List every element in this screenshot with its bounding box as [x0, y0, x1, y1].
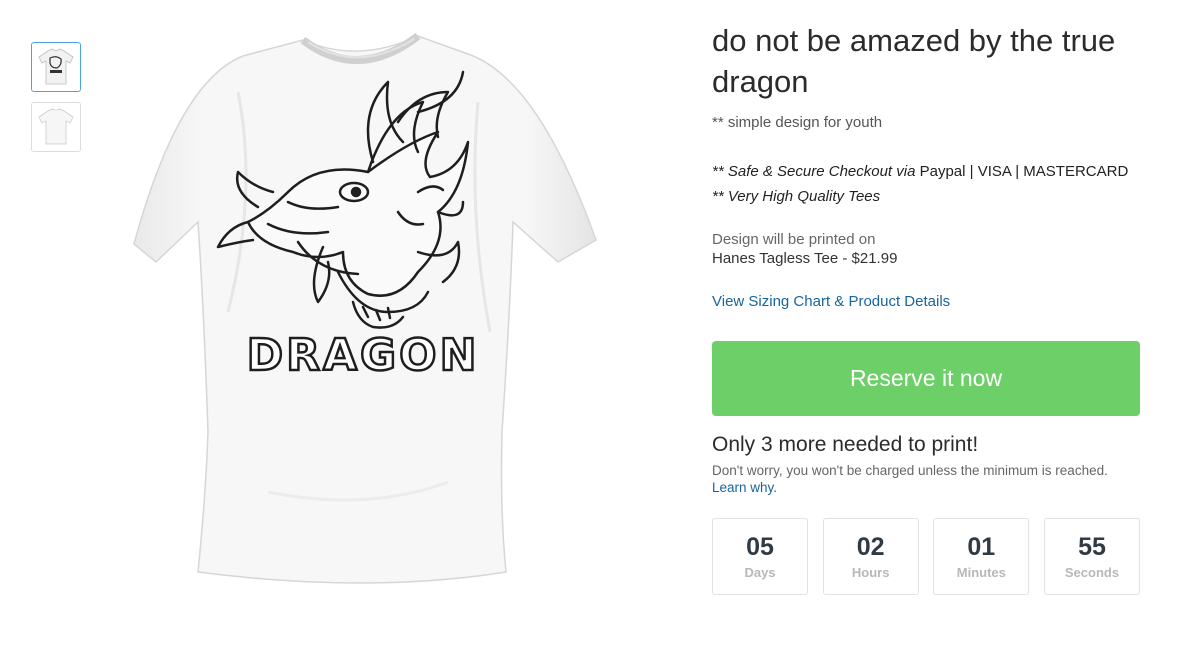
checkout-info: ** Safe & Secure Checkout via Paypal | V… [712, 159, 1140, 209]
countdown-seconds-value: 55 [1078, 533, 1106, 561]
quality-text: ** Very High Quality Tees [712, 188, 881, 205]
thumbnail-list [31, 42, 81, 162]
countdown-hours-label: Hours [851, 565, 890, 580]
shirt-back-thumbnail-icon [38, 108, 74, 145]
needed-to-print-text: Only 3 more needed to print! [712, 433, 979, 456]
countdown-minutes: 01 Minutes [933, 518, 1030, 595]
product-description: ** simple design for youth [712, 114, 883, 131]
reserve-button[interactable]: Reserve it now [712, 341, 1140, 416]
shirt-front-thumbnail-icon [38, 48, 74, 85]
countdown-minutes-label: Minutes [956, 565, 1006, 580]
charge-notice: Don't worry, you won't be charged unless… [712, 462, 1140, 496]
product-info: do not be amazed by the true dragon ** s… [712, 20, 1140, 595]
countdown-days-value: 05 [746, 533, 774, 561]
product-title: do not be amazed by the true dragon [712, 23, 1116, 99]
sizing-chart-link[interactable]: View Sizing Chart & Product Details [712, 293, 950, 310]
countdown-days-label: Days [744, 565, 776, 580]
tshirt-illustration: DRAGON [133, 32, 597, 584]
countdown-seconds: 55 Seconds [1043, 518, 1140, 595]
printed-on-label: Design will be printed on [712, 231, 876, 248]
checkout-line-quality: ** Very High Quality Tees [712, 184, 1140, 209]
countdown-days: 05 Days [712, 518, 808, 595]
learn-why-link[interactable]: Learn why. [712, 480, 777, 495]
countdown-timer: 05 Days 02 Hours 01 Minutes 55 Seconds [712, 518, 1140, 595]
shirt-print-text: DRAGON [247, 330, 480, 381]
checkout-prefix: ** Safe & Secure Checkout via [712, 163, 916, 180]
countdown-seconds-label: Seconds [1064, 565, 1120, 580]
checkout-line-payment: ** Safe & Secure Checkout via Paypal | V… [712, 159, 1140, 184]
countdown-hours-value: 02 [856, 533, 885, 561]
charge-notice-text: Don't worry, you won't be charged unless… [712, 463, 1108, 478]
payment-methods: Paypal | VISA | MASTERCARD [915, 163, 1129, 180]
product-image: DRAGON [118, 12, 608, 602]
countdown-minutes-value: 01 [967, 533, 996, 561]
product-variant-price: Hanes Tagless Tee - $21.99 [712, 250, 898, 267]
thumbnail-back[interactable] [31, 102, 81, 152]
countdown-hours: 02 Hours [822, 518, 919, 595]
thumbnail-front[interactable] [31, 42, 81, 92]
